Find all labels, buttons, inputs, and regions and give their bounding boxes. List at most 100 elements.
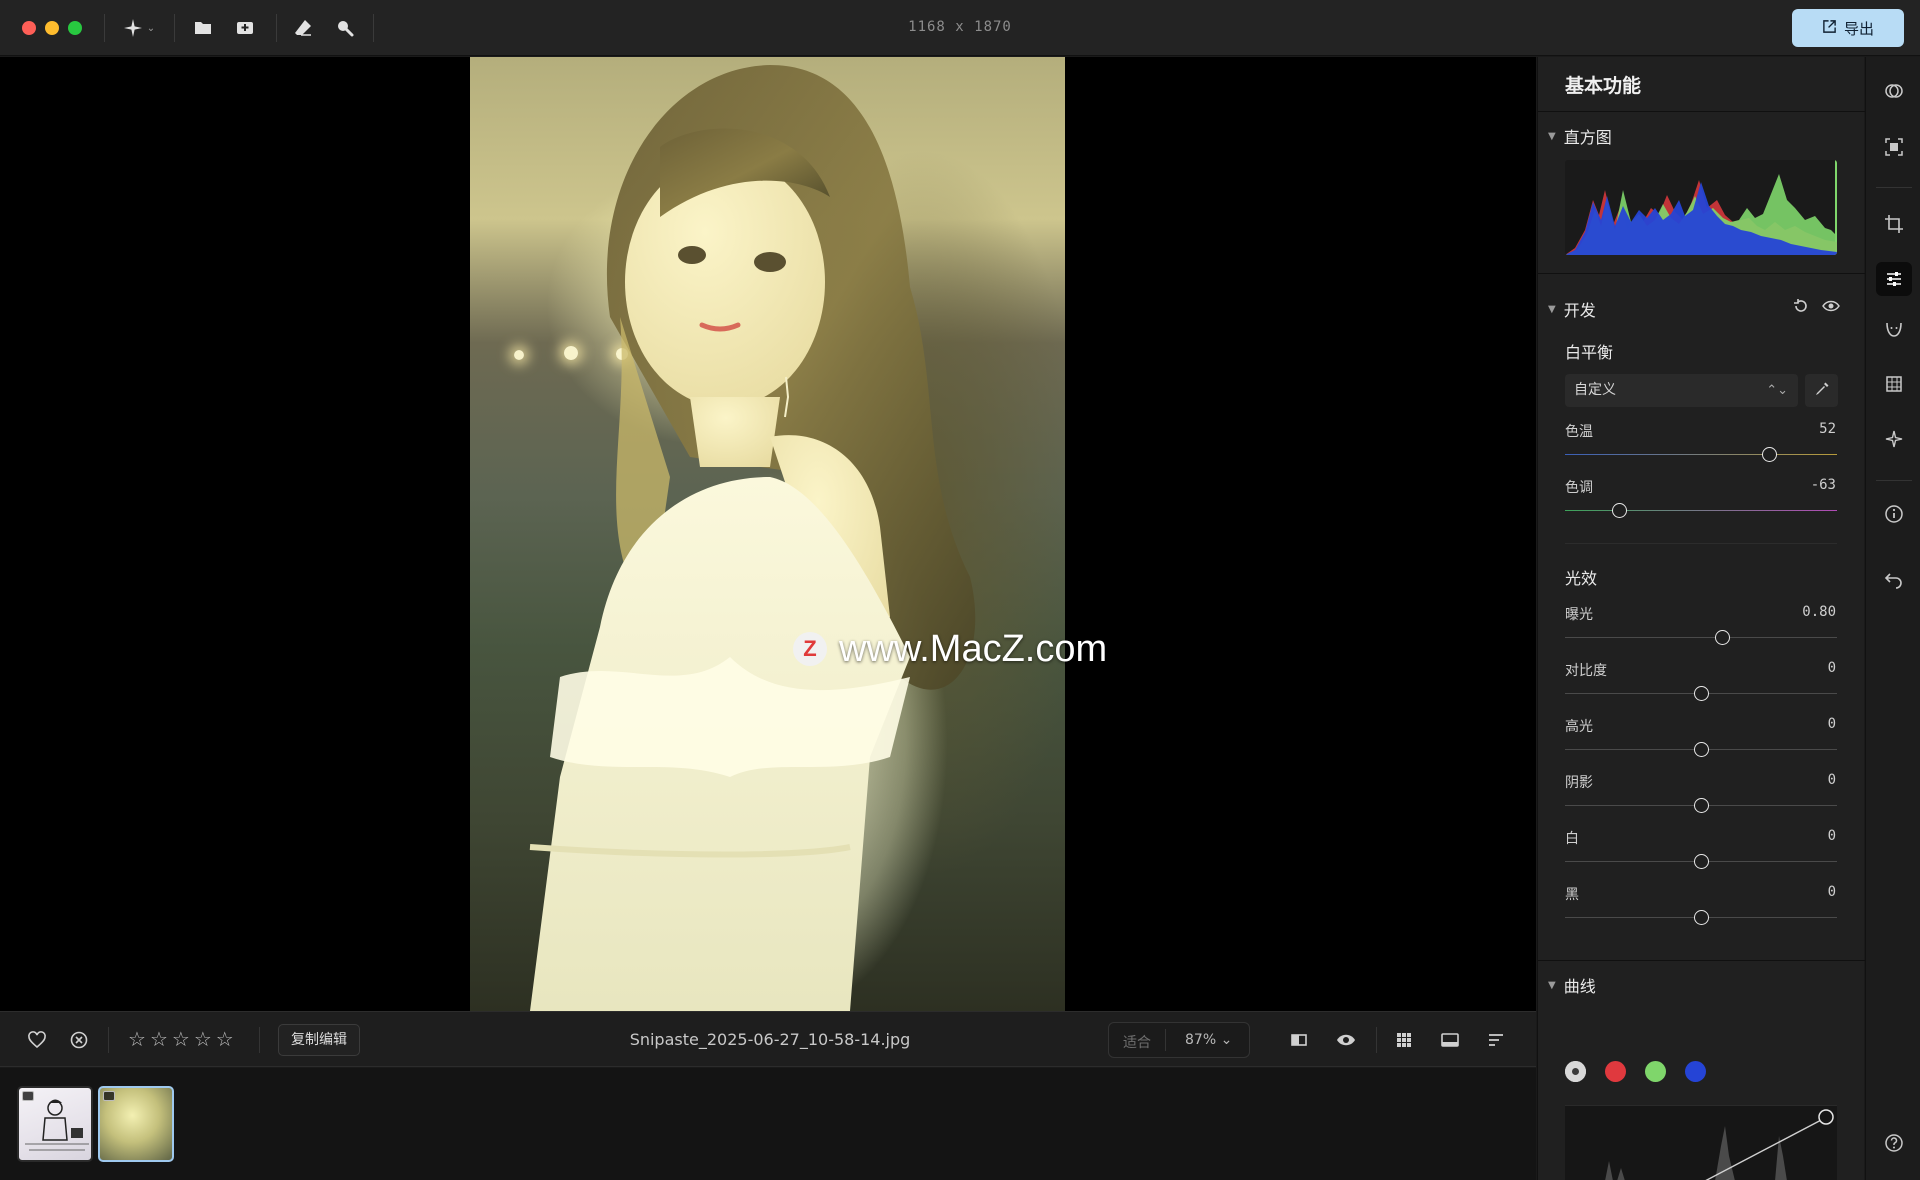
- toolbar-divider: [108, 1027, 109, 1053]
- curve-channel-all[interactable]: [1565, 1061, 1586, 1082]
- curve-channel-selector: [1565, 1061, 1706, 1082]
- chevron-down-icon[interactable]: ⌄: [145, 16, 157, 40]
- temperature-value: 52: [1819, 421, 1836, 437]
- tone-curve-editor[interactable]: [1565, 1105, 1837, 1180]
- white-balance-heading: 白平衡: [1565, 343, 1614, 362]
- portrait-retouch-icon[interactable]: [1882, 317, 1906, 341]
- ai-sparkle-icon[interactable]: [1882, 427, 1906, 451]
- shadows-label: 阴影: [1565, 775, 1593, 791]
- section-histogram[interactable]: ▼ 直方图: [1548, 124, 1612, 148]
- zoom-fit-button[interactable]: 适合: [1123, 1032, 1151, 1052]
- collapse-caret-icon[interactable]: ▼: [1548, 980, 1556, 991]
- section-develop[interactable]: ▼ 开发: [1548, 297, 1596, 321]
- filmstrip-view-icon[interactable]: [1439, 1029, 1461, 1051]
- whites-label: 白: [1565, 831, 1579, 847]
- panel-divider: [1565, 543, 1837, 544]
- grid-frame-icon[interactable]: [1882, 372, 1906, 396]
- toolstrip-divider: [1876, 480, 1912, 481]
- reject-icon[interactable]: [68, 1029, 90, 1051]
- blacks-value: 0: [1827, 884, 1836, 900]
- curve-channel-green[interactable]: [1645, 1061, 1666, 1082]
- eye-icon[interactable]: [1822, 297, 1840, 319]
- exposure-slider[interactable]: [1565, 637, 1837, 638]
- tint-slider[interactable]: [1565, 510, 1837, 511]
- toolbar-divider: [104, 14, 105, 42]
- window-zoom-button[interactable]: [68, 21, 82, 35]
- highlights-slider-thumb[interactable]: [1693, 741, 1709, 757]
- section-label: 曲线: [1563, 977, 1596, 996]
- tint-slider-thumb[interactable]: [1611, 502, 1627, 518]
- section-curves[interactable]: ▼ 曲线: [1548, 973, 1596, 997]
- star-icon[interactable]: ☆: [216, 1027, 234, 1051]
- copy-edits-button[interactable]: 复制编辑: [278, 1024, 360, 1056]
- sort-icon[interactable]: [1485, 1029, 1507, 1051]
- blacks-label: 黑: [1565, 887, 1579, 903]
- curve-channel-red[interactable]: [1605, 1061, 1626, 1082]
- curve-channel-blue[interactable]: [1685, 1061, 1706, 1082]
- export-button[interactable]: 导出: [1792, 9, 1904, 47]
- grid-view-icon[interactable]: [1393, 1029, 1415, 1051]
- thumbnail[interactable]: [17, 1086, 93, 1162]
- collapse-caret-icon[interactable]: ▼: [1548, 304, 1556, 315]
- updown-chevron-icon: ⌃⌄: [1766, 383, 1788, 398]
- toolbar-divider: [259, 1027, 260, 1053]
- adjustments-icon[interactable]: [1876, 262, 1912, 296]
- watermark-logo-icon: Z: [793, 632, 827, 666]
- collapse-caret-icon[interactable]: ▼: [1548, 131, 1556, 142]
- white-balance-select[interactable]: 自定义 ⌃⌄: [1565, 374, 1798, 407]
- select-subject-icon[interactable]: [1882, 135, 1906, 159]
- exposure-slider-thumb[interactable]: [1715, 629, 1731, 645]
- panel-divider: [1538, 960, 1865, 961]
- star-icon[interactable]: ☆: [194, 1027, 212, 1051]
- crop-icon[interactable]: [1882, 212, 1906, 236]
- whites-slider-thumb[interactable]: [1693, 853, 1709, 869]
- tone-curve-plot: [1605, 1109, 1834, 1180]
- mask-icon[interactable]: [1882, 79, 1906, 103]
- window-minimize-button[interactable]: [45, 21, 59, 35]
- shadows-slider-thumb[interactable]: [1693, 797, 1709, 813]
- zoom-control[interactable]: 适合 87% ⌄: [1108, 1022, 1250, 1058]
- star-icon[interactable]: ☆: [150, 1027, 168, 1051]
- contrast-slider-thumb[interactable]: [1693, 685, 1709, 701]
- eraser-icon[interactable]: [291, 16, 315, 40]
- magic-tool-icon[interactable]: [121, 16, 145, 40]
- search-icon[interactable]: [333, 16, 357, 40]
- history-undo-icon[interactable]: [1882, 567, 1906, 591]
- zoom-level-dropdown[interactable]: 87% ⌄: [1185, 1032, 1232, 1048]
- portrait-illustration: [529, 65, 976, 1011]
- file-name: Snipaste_2025-06-27_10-58-14.jpg: [629, 1030, 911, 1049]
- watermark: Z www.MacZ.com: [793, 626, 1107, 672]
- contrast-label: 对比度: [1565, 663, 1607, 679]
- histogram-plot: [1565, 160, 1837, 255]
- section-label: 开发: [1563, 301, 1596, 320]
- tint-label: 色调: [1565, 480, 1593, 496]
- toolstrip-divider: [1876, 187, 1912, 188]
- watermark-text: www.MacZ.com: [839, 627, 1108, 670]
- white-balance-value: 自定义: [1574, 382, 1616, 398]
- reset-icon[interactable]: [1792, 297, 1810, 319]
- highlights-value: 0: [1827, 716, 1836, 732]
- star-rating[interactable]: ☆ ☆ ☆ ☆ ☆: [128, 1027, 234, 1051]
- eye-icon[interactable]: [1335, 1029, 1357, 1051]
- window-close-button[interactable]: [22, 21, 36, 35]
- heart-icon[interactable]: [26, 1029, 48, 1051]
- filmstrip: [0, 1068, 1536, 1180]
- folder-icon[interactable]: [191, 16, 215, 40]
- blacks-slider-thumb[interactable]: [1693, 909, 1709, 925]
- export-label: 导出: [1843, 19, 1874, 38]
- thumbnail-selected[interactable]: [98, 1086, 174, 1162]
- star-icon[interactable]: ☆: [128, 1027, 146, 1051]
- temperature-slider[interactable]: [1565, 454, 1837, 455]
- temperature-slider-thumb[interactable]: [1761, 446, 1777, 462]
- import-image-icon[interactable]: [233, 16, 257, 40]
- toolbar-divider: [373, 14, 374, 42]
- tool-strip: [1865, 57, 1920, 1180]
- star-icon[interactable]: ☆: [172, 1027, 190, 1051]
- help-icon[interactable]: [1882, 1131, 1906, 1155]
- eyedropper-button[interactable]: [1805, 374, 1838, 407]
- compare-icon[interactable]: [1288, 1029, 1310, 1051]
- image-canvas[interactable]: Z www.MacZ.com: [0, 57, 1536, 1011]
- photo-preview[interactable]: [470, 57, 1065, 1011]
- info-icon[interactable]: [1882, 502, 1906, 526]
- tint-value: -63: [1810, 477, 1836, 493]
